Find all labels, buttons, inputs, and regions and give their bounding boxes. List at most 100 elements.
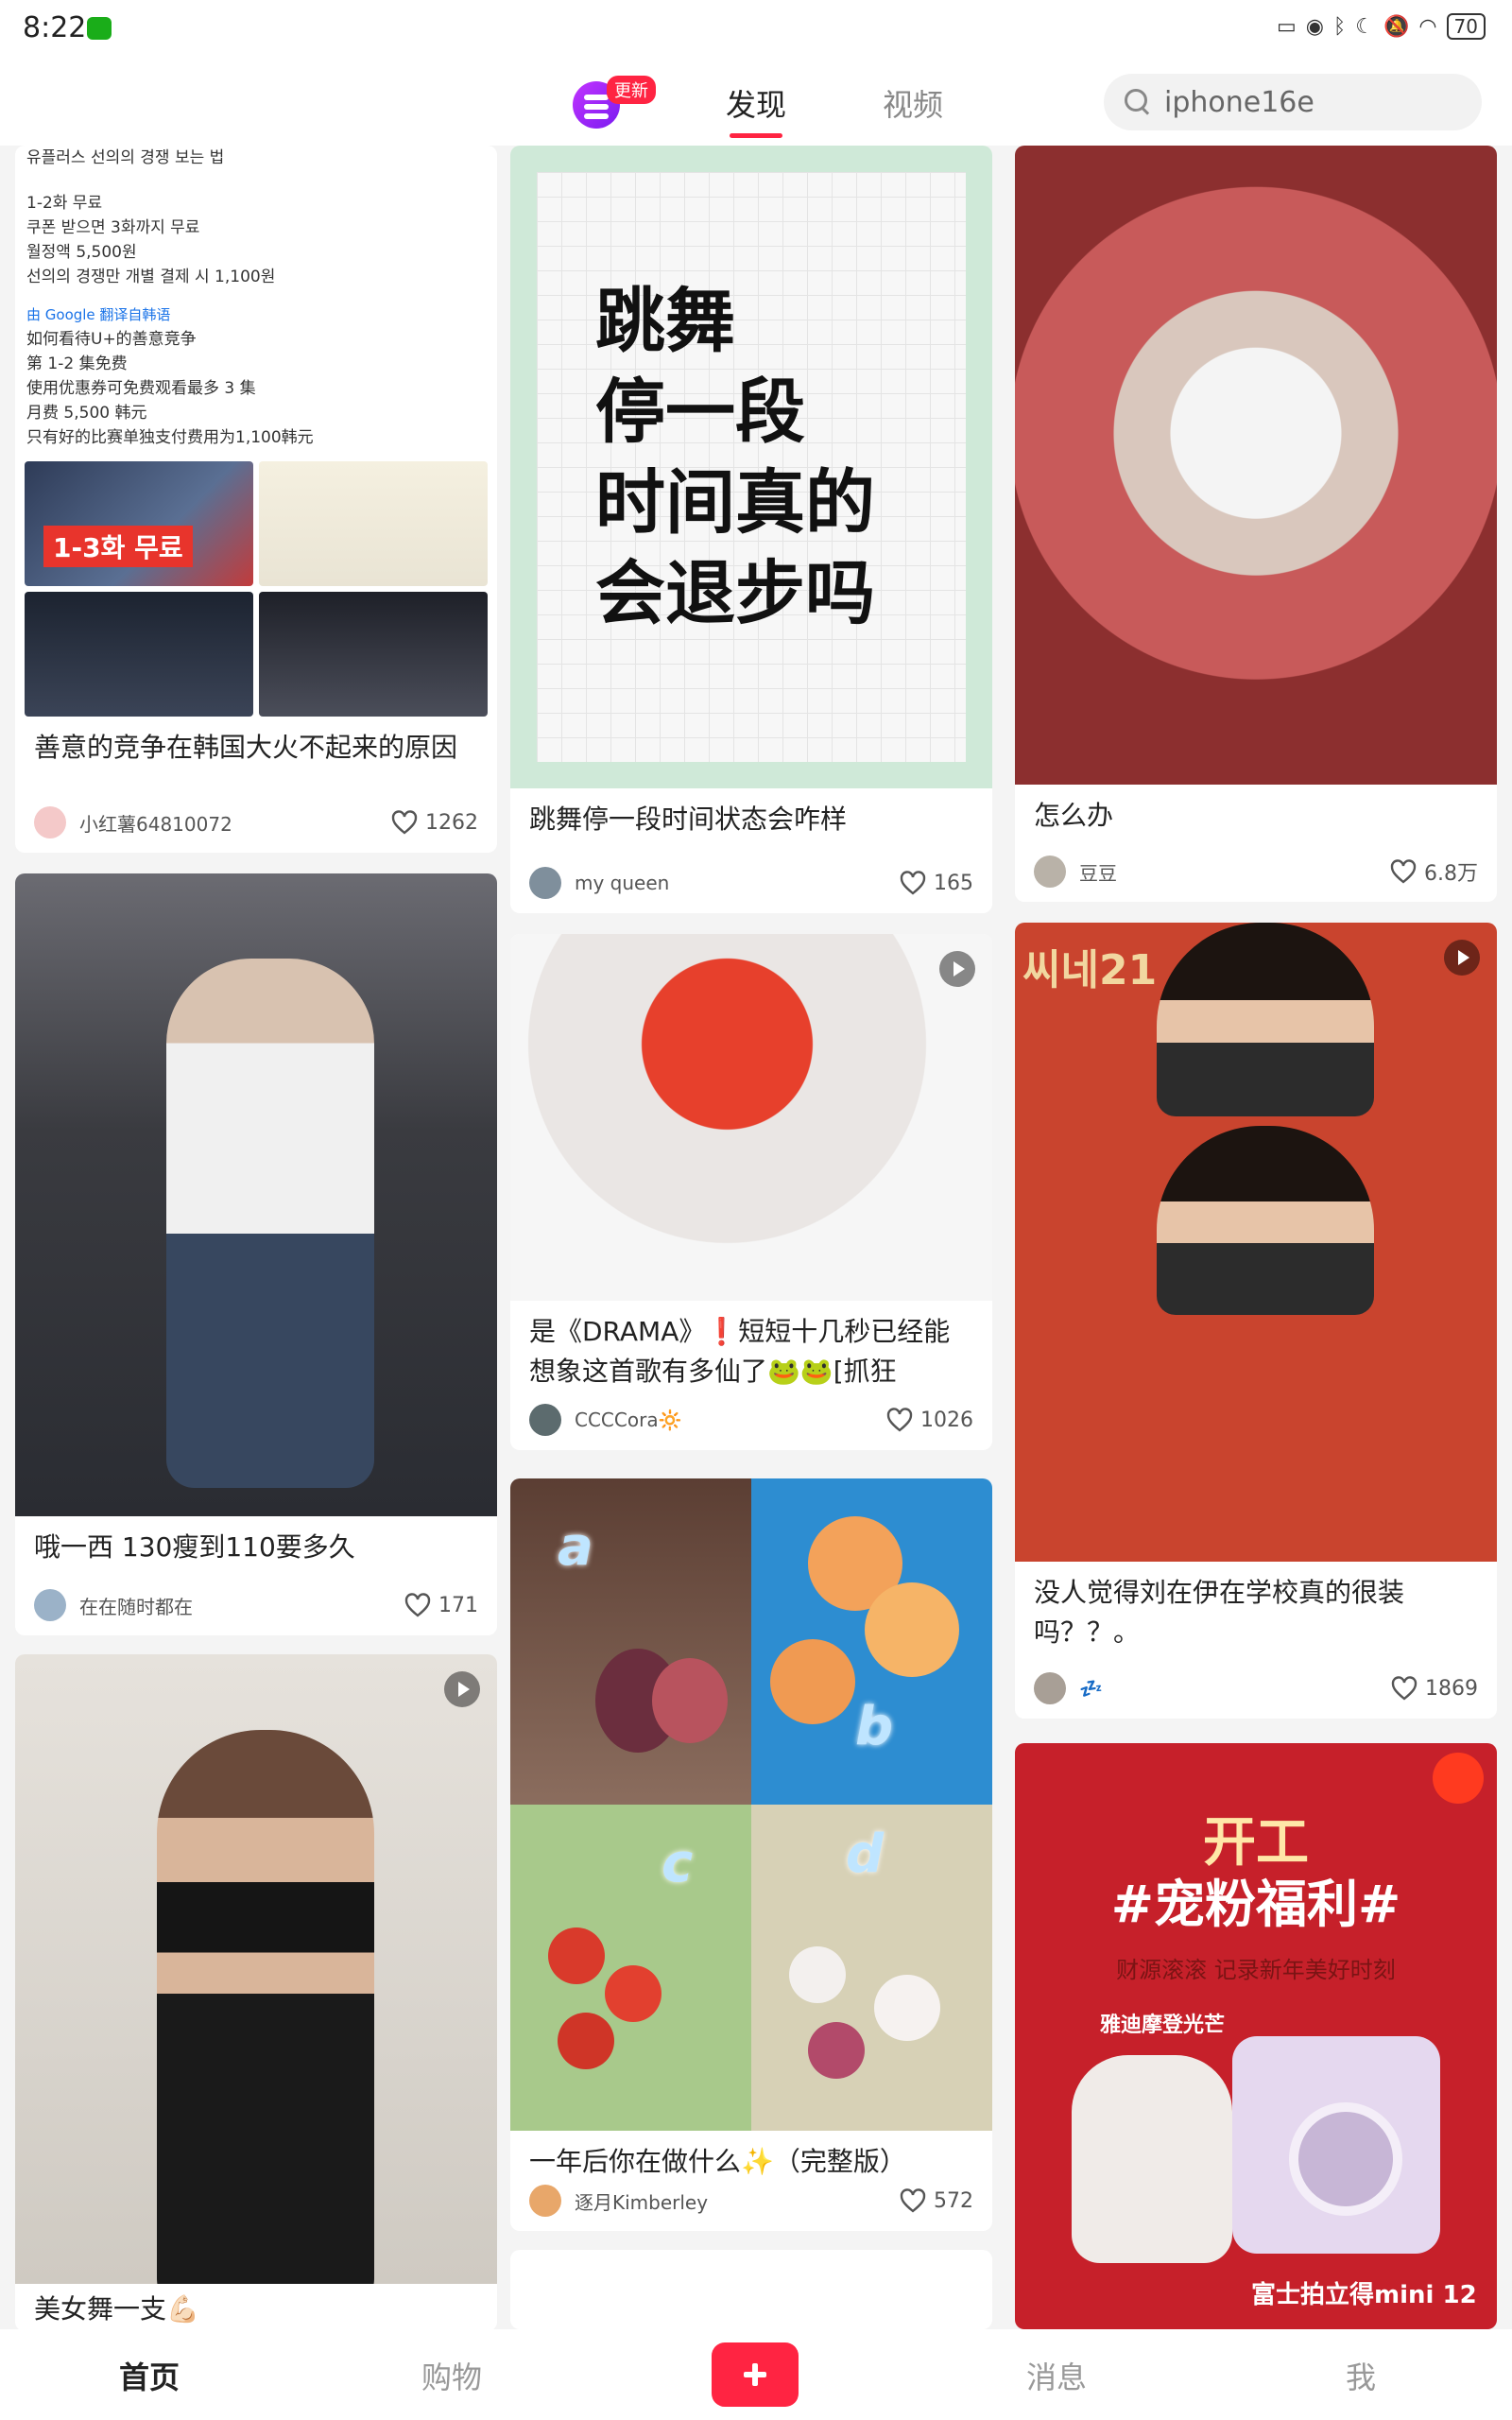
author-name[interactable]: 💤 bbox=[1079, 1677, 1391, 1700]
doc-line: 월정액 5,500원 bbox=[26, 243, 137, 262]
author-name[interactable]: 在在随时都在 bbox=[79, 1592, 404, 1619]
like-count: 171 bbox=[438, 1593, 478, 1617]
author-name[interactable]: CCCCora🔆 bbox=[575, 1409, 886, 1431]
heart-icon[interactable] bbox=[900, 2188, 926, 2213]
feed-card[interactable] bbox=[510, 2250, 992, 2329]
doc-line: 第 1-2 集免费 bbox=[26, 354, 128, 373]
card-title: 美女舞一支💪🏻 bbox=[34, 2293, 199, 2325]
play-icon bbox=[444, 1671, 480, 1707]
avatar[interactable] bbox=[529, 2185, 561, 2217]
google-translate-note: 由 Google 翻译自韩语 bbox=[26, 306, 171, 323]
thumbnail bbox=[259, 592, 488, 717]
card-meta: 小红薯64810072 1262 bbox=[34, 805, 478, 839]
thumbnail: 1-3화 무료 bbox=[25, 461, 253, 586]
card-title: 是《DRAMA》❗️短短十几秒已经能想象这首歌有多仙了🐸🐸[抓狂 bbox=[529, 1316, 951, 1387]
feed-card[interactable]: 开工 #宠粉福利# 财源滚滚 记录新年美好时刻 雅迪摩登光芒 富士拍立得mini… bbox=[1015, 1743, 1497, 2329]
avatar[interactable] bbox=[34, 806, 66, 838]
eye-icon: ◉ bbox=[1305, 14, 1324, 39]
illustration-radishes: d bbox=[751, 1805, 992, 2131]
nav-me[interactable]: 我 bbox=[1346, 2354, 1376, 2397]
letter-label: a bbox=[558, 1516, 593, 1578]
avatar[interactable] bbox=[1034, 856, 1066, 888]
doc-line: 使用优惠券可免费观看最多 3 集 bbox=[26, 379, 256, 398]
note-text-line: 停一段 bbox=[595, 372, 805, 453]
wechat-notification-icon bbox=[87, 17, 112, 40]
avatar[interactable] bbox=[529, 1404, 561, 1436]
doc-line: 月费 5,500 韩元 bbox=[26, 404, 147, 423]
card-cover-image bbox=[510, 934, 992, 1301]
letter-label: c bbox=[662, 1833, 694, 1894]
like-count: 1262 bbox=[425, 810, 478, 835]
battery-icon: 70 bbox=[1446, 13, 1486, 40]
card-meta: 💤 1869 bbox=[1034, 1671, 1478, 1705]
illustration-peaches: b bbox=[751, 1478, 992, 1805]
card-cover-image bbox=[1015, 146, 1497, 785]
search-placeholder: iphone16e bbox=[1164, 85, 1314, 119]
feed-card[interactable]: 是《DRAMA》❗️短短十几秒已经能想象这首歌有多仙了🐸🐸[抓狂 CCCCora… bbox=[510, 934, 992, 1450]
author-name[interactable]: my queen bbox=[575, 872, 900, 894]
tab-discover[interactable]: 发现 bbox=[726, 81, 786, 138]
card-meta: CCCCora🔆 1026 bbox=[529, 1403, 973, 1437]
dancer-figure bbox=[157, 1730, 374, 2284]
card-cover-image: 跳舞 停一段 时间真的 会退步吗 bbox=[510, 146, 992, 788]
play-icon bbox=[1444, 940, 1480, 976]
bottom-nav: 首页 购物 消息 我 bbox=[0, 2329, 1512, 2420]
add-post-button[interactable] bbox=[712, 2342, 799, 2407]
doc-line: 只有好的比赛单独支付费用为1,100韩元 bbox=[26, 428, 314, 447]
nav-messages[interactable]: 消息 bbox=[1026, 2354, 1087, 2397]
thumbnail bbox=[25, 592, 253, 717]
author-name[interactable]: 豆豆 bbox=[1079, 858, 1390, 886]
feed-card[interactable]: a b c d 一年后你在做什么✨（完整版） 逐月Kimberley 572 bbox=[510, 1478, 992, 2231]
card-thumbnail-grid: 1-3화 무료 bbox=[25, 461, 488, 717]
avatar[interactable] bbox=[34, 1589, 66, 1621]
like-count: 1869 bbox=[1425, 1676, 1478, 1701]
doc-line: 如何看待U+的善意竞争 bbox=[26, 330, 197, 349]
letter-label: d bbox=[846, 1824, 885, 1885]
like-count: 165 bbox=[934, 871, 973, 895]
feed-card[interactable]: 怎么办 豆豆 6.8万 bbox=[1015, 146, 1497, 902]
heart-icon[interactable] bbox=[886, 1408, 913, 1432]
thumbnail bbox=[259, 461, 488, 586]
portrait-figure bbox=[1157, 923, 1374, 1116]
card-title: 没人觉得刘在伊在学校真的很装吗？？。 bbox=[1034, 1577, 1405, 1648]
heart-icon[interactable] bbox=[1391, 1676, 1418, 1701]
promo-headline: #宠粉福利# bbox=[1110, 1875, 1401, 1934]
card-title: 一年后你在做什么✨（完整版） bbox=[529, 2146, 906, 2177]
card-cover-image: 씨네21 bbox=[1015, 923, 1497, 1562]
brand-logo-icon bbox=[1433, 1753, 1484, 1804]
heart-icon[interactable] bbox=[1390, 859, 1417, 884]
search-input[interactable]: iphone16e bbox=[1104, 74, 1482, 130]
nav-home[interactable]: 首页 bbox=[119, 2354, 180, 2397]
doc-line: 선의의 경쟁만 개별 결제 시 1,100원 bbox=[26, 268, 276, 286]
thumbnail-label: 1-3화 무료 bbox=[43, 526, 193, 567]
like-count: 1026 bbox=[920, 1408, 973, 1432]
scooter-image bbox=[1072, 2055, 1232, 2263]
author-name[interactable]: 小红薯64810072 bbox=[79, 809, 391, 837]
tab-video[interactable]: 视频 bbox=[883, 81, 943, 125]
feed-card[interactable]: 유플러스 선의의 경쟁 보는 법 1-2화 무료 쿠폰 받으면 3화까지 무료 … bbox=[15, 146, 497, 853]
promo-product-label: 富士拍立得mini 12 bbox=[1251, 2281, 1477, 2309]
doc-line: 쿠폰 받으면 3화까지 무료 bbox=[26, 218, 200, 237]
feed-card[interactable]: 哦一西 130瘦到110要多久 在在随时都在 171 bbox=[15, 873, 497, 1635]
heart-icon[interactable] bbox=[391, 810, 418, 835]
heart-icon[interactable] bbox=[900, 871, 926, 895]
feed-card[interactable]: 美女舞一支💪🏻 bbox=[15, 1654, 497, 2331]
top-nav: 更新 发现 视频 iphone16e bbox=[0, 60, 1512, 146]
feed-card[interactable]: 跳舞 停一段 时间真的 会退步吗 跳舞停一段时间状态会咋样 my queen 1… bbox=[510, 146, 992, 913]
feed-card[interactable]: 씨네21 没人觉得刘在伊在学校真的很装吗？？。 💤 1869 bbox=[1015, 923, 1497, 1719]
search-icon bbox=[1125, 89, 1151, 115]
heart-icon[interactable] bbox=[404, 1593, 431, 1617]
avatar[interactable] bbox=[529, 867, 561, 899]
promo-product-label: 雅迪摩登光芒 bbox=[1100, 2014, 1226, 2037]
avatar[interactable] bbox=[1034, 1672, 1066, 1704]
author-name[interactable]: 逐月Kimberley bbox=[575, 2187, 900, 2215]
card-title: 怎么办 bbox=[1034, 800, 1114, 831]
nav-shop[interactable]: 购物 bbox=[421, 2354, 482, 2397]
portrait-figure bbox=[1157, 1126, 1374, 1315]
card-doc-preview: 유플러스 선의의 경쟁 보는 법 1-2화 무료 쿠폰 받으면 3화까지 무료 … bbox=[15, 146, 497, 450]
note-paper: 跳舞 停一段 时间真的 会退步吗 bbox=[537, 172, 966, 762]
card-cover-image bbox=[15, 1654, 497, 2284]
doc-line: 유플러스 선의의 경쟁 보는 법 bbox=[26, 148, 225, 167]
note-text-line: 跳舞 bbox=[595, 281, 735, 362]
status-icons: ▭ ◉ ᛒ ☾ 🔕 ◠ 70 bbox=[1277, 13, 1486, 40]
